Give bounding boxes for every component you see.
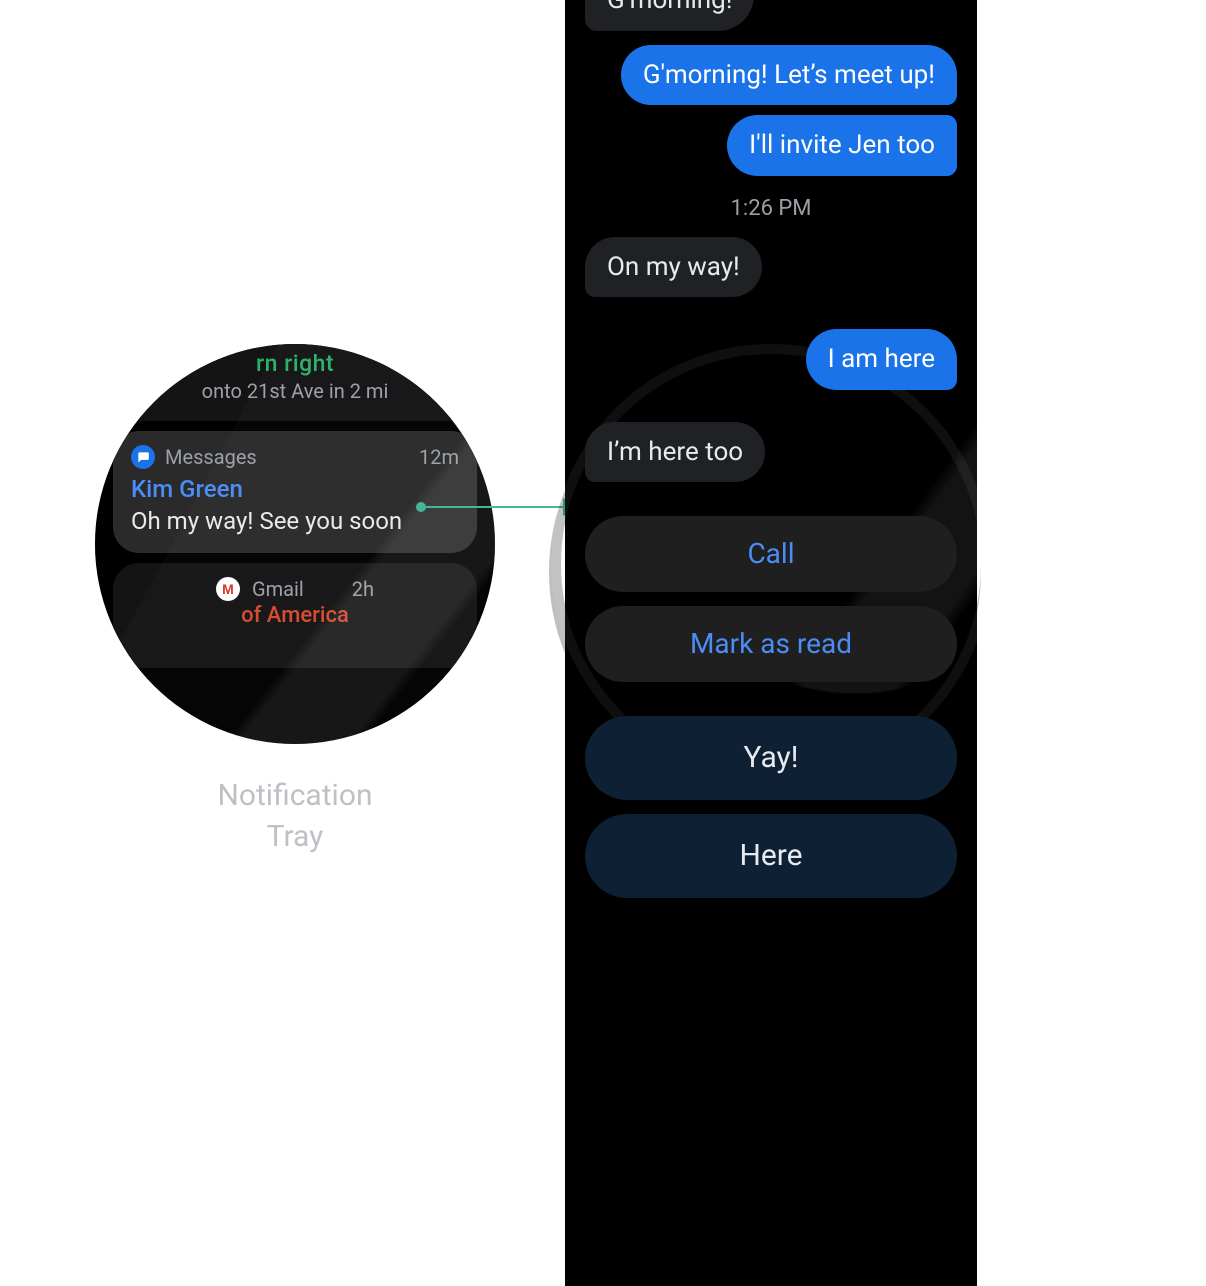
notification-stack: rn right onto 21st Ave in 2 mi Messages … (113, 344, 477, 668)
watchface: rn right onto 21st Ave in 2 mi Messages … (95, 344, 495, 744)
watchface-notification-tray: rn right onto 21st Ave in 2 mi Messages … (95, 344, 495, 744)
gmail-icon: M (216, 577, 240, 601)
notification-card-maps[interactable]: rn right onto 21st Ave in 2 mi (113, 344, 477, 421)
notification-age: 12m (419, 445, 459, 469)
message-bubble-in[interactable]: I’m here too (585, 422, 765, 483)
message-bubble-out[interactable]: I'll invite Jen too (727, 115, 957, 176)
notification-header: M Gmail 2h (131, 577, 459, 601)
notification-card-gmail[interactable]: M Gmail 2h of America (113, 563, 477, 668)
message-bubble-in[interactable]: On my way! (585, 237, 762, 298)
notification-card-messages[interactable]: Messages 12m Kim Green Oh my way! See yo… (113, 431, 477, 553)
maps-direction-line2: onto 21st Ave in 2 mi (131, 378, 459, 405)
page: rn right onto 21st Ave in 2 mi Messages … (0, 0, 1206, 1286)
message-bubble-out[interactable]: G'morning! Let’s meet up! (621, 45, 957, 106)
call-button[interactable]: Call (585, 516, 957, 592)
notification-app-name: Gmail (252, 577, 304, 601)
suggestion-chip[interactable]: Yay! (585, 716, 957, 800)
mark-as-read-button[interactable]: Mark as read (585, 606, 957, 682)
notification-sender: of America (131, 603, 459, 628)
messages-icon (131, 445, 155, 469)
message-bubble-in[interactable]: G’morning! (585, 0, 754, 31)
conversation-scroll[interactable]: G’morning! G'morning! Let’s meet up! I'l… (565, 0, 977, 1286)
notification-header: Messages 12m (131, 445, 459, 469)
notification-age: 2h (352, 577, 374, 601)
notification-body: Oh my way! See you soon (131, 505, 459, 537)
maps-direction-line1: rn right (131, 350, 459, 378)
message-timestamp: 1:26 PM (585, 196, 957, 221)
caption-notification-tray: NotificationTray (95, 776, 495, 857)
message-bubble-out[interactable]: I am here (806, 329, 957, 390)
notification-sender: Kim Green (131, 475, 459, 503)
notification-app-name: Messages (165, 445, 257, 469)
conversation-column: G’morning! G'morning! Let’s meet up! I'l… (565, 0, 977, 1286)
suggestion-chip[interactable]: Here (585, 814, 957, 898)
